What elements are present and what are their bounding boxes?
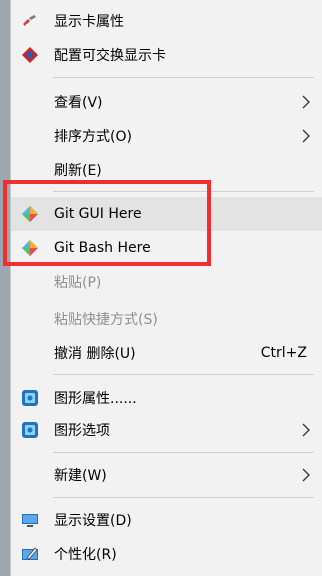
git-icon bbox=[21, 205, 39, 223]
context-menu: 显示卡属性 配置可交换显示卡 查看(V) 排序方式(O) 刷新(E) Git G… bbox=[10, 0, 322, 576]
menu-separator bbox=[53, 77, 314, 78]
personalize-icon bbox=[21, 545, 39, 563]
menu-item-label: 排序方式(O) bbox=[54, 129, 132, 145]
menu-item-label: 查看(V) bbox=[54, 95, 103, 111]
chevron-right-icon bbox=[299, 421, 313, 439]
menu-item-label: 新建(W) bbox=[54, 468, 107, 484]
menu-item-undo-delete[interactable]: 撤消 删除(U) Ctrl+Z bbox=[11, 336, 322, 370]
diamond-icon bbox=[21, 46, 39, 64]
menu-item-label: Git Bash Here bbox=[54, 240, 151, 256]
menu-item-label: 粘贴快捷方式(S) bbox=[54, 312, 158, 328]
menu-item-label: 图形属性...... bbox=[54, 391, 137, 407]
menu-item-view[interactable]: 查看(V) bbox=[11, 85, 322, 119]
graphics-tool-icon bbox=[21, 12, 39, 30]
menu-item-label: 刷新(E) bbox=[54, 163, 102, 179]
menu-item-label: Git GUI Here bbox=[54, 206, 142, 222]
desktop-background bbox=[0, 0, 10, 576]
git-icon bbox=[21, 239, 39, 257]
menu-item-label: 显示设置(D) bbox=[54, 513, 132, 529]
menu-separator bbox=[53, 452, 314, 453]
menu-item-git-bash-here[interactable]: Git Bash Here bbox=[11, 231, 322, 265]
menu-item-sort-by[interactable]: 排序方式(O) bbox=[11, 119, 322, 153]
menu-item-label: 粘贴(P) bbox=[54, 275, 102, 291]
menu-item-graphics-options[interactable]: 图形选项 bbox=[11, 413, 322, 447]
menu-separator bbox=[53, 191, 314, 192]
menu-item-label: 显示卡属性 bbox=[54, 14, 124, 30]
menu-item-paste-shortcut: 粘贴快捷方式(S) bbox=[11, 302, 322, 336]
menu-separator bbox=[53, 374, 314, 375]
menu-item-label: 撤消 删除(U) bbox=[54, 346, 136, 362]
menu-item-graphics-attributes[interactable]: 图形属性...... bbox=[11, 381, 322, 415]
graphics-icon bbox=[21, 421, 39, 439]
menu-item-label: 个性化(R) bbox=[54, 547, 117, 563]
menu-item-label: 配置可交换显示卡 bbox=[54, 48, 166, 64]
display-icon bbox=[21, 511, 39, 529]
menu-item-label: 图形选项 bbox=[54, 423, 110, 439]
chevron-right-icon bbox=[299, 466, 313, 484]
chevron-right-icon bbox=[299, 93, 313, 111]
menu-item-graphics-properties[interactable]: 显示卡属性 bbox=[11, 4, 322, 38]
menu-item-refresh[interactable]: 刷新(E) bbox=[11, 153, 322, 187]
menu-item-new[interactable]: 新建(W) bbox=[11, 458, 322, 492]
chevron-right-icon bbox=[299, 127, 313, 145]
shortcut-text: Ctrl+Z bbox=[260, 345, 307, 361]
menu-item-personalize[interactable]: 个性化(R) bbox=[11, 537, 322, 571]
menu-item-git-gui-here[interactable]: Git GUI Here bbox=[11, 197, 322, 231]
menu-item-paste: 粘贴(P) bbox=[11, 265, 322, 299]
menu-item-switchable-graphics[interactable]: 配置可交换显示卡 bbox=[11, 38, 322, 72]
graphics-icon bbox=[21, 389, 39, 407]
menu-separator bbox=[53, 497, 314, 498]
menu-item-display-settings[interactable]: 显示设置(D) bbox=[11, 503, 322, 537]
